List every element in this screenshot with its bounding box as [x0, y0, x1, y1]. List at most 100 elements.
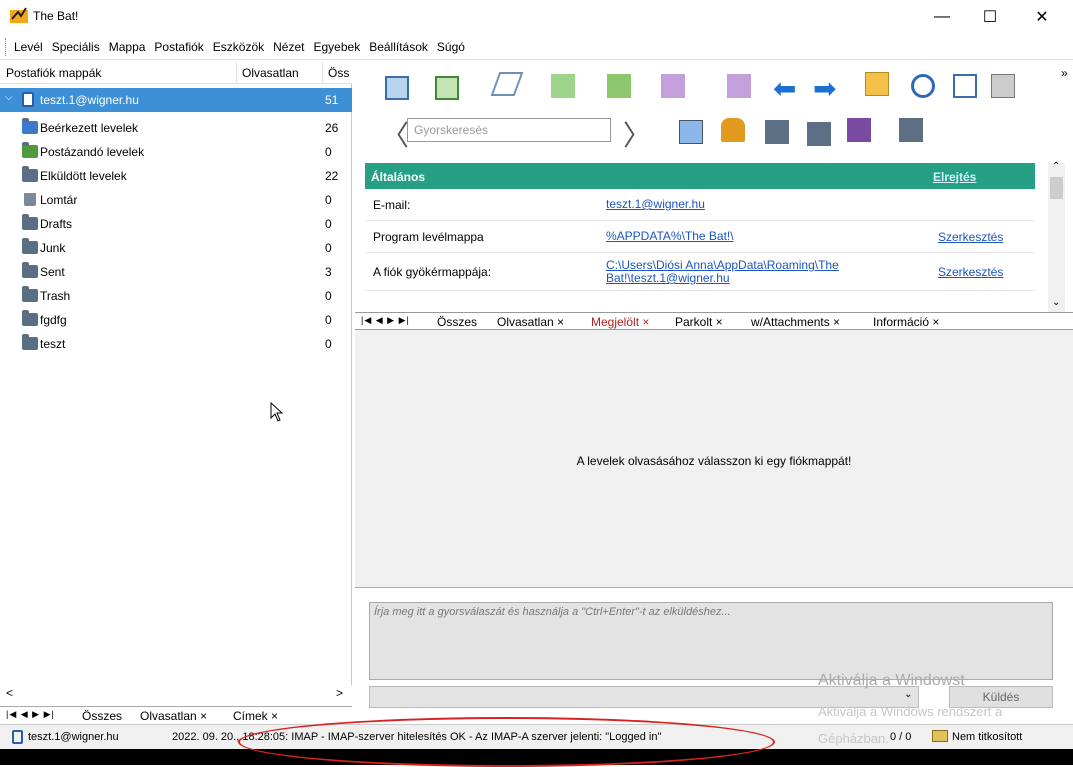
- status-account: teszt.1@wigner.hu: [28, 731, 119, 743]
- encryption-icon: [932, 730, 948, 742]
- tab-nav-arrows-icon[interactable]: |◀ ◀ ▶ ▶|: [6, 709, 55, 720]
- menu-folder[interactable]: Mappa: [109, 40, 146, 54]
- quick-reply-placeholder: Írja meg itt a gyorsválaszát és használj…: [374, 606, 731, 618]
- lock-icon[interactable]: [721, 118, 745, 142]
- previous-arrow-icon[interactable]: ⬅: [773, 72, 796, 105]
- folder-label: Drafts: [40, 217, 73, 231]
- header-folders[interactable]: Postafiók mappák: [6, 66, 101, 80]
- new-folder-icon[interactable]: [765, 120, 789, 144]
- folder-item-trash-imap[interactable]: Trash 0: [0, 284, 352, 308]
- folder-icon: [22, 214, 38, 230]
- info-section-header: Általános Elrejtés: [365, 163, 1035, 189]
- menu-other[interactable]: Egyebek: [314, 40, 361, 54]
- tab-nav-arrows-icon[interactable]: |◀ ◀ ▶ ▶|: [361, 315, 410, 326]
- scroll-right-icon[interactable]: >: [336, 686, 343, 700]
- quick-search-input[interactable]: Gyorskeresés: [407, 118, 611, 142]
- menu-help[interactable]: Súgó: [437, 40, 465, 54]
- horizontal-scrollbar[interactable]: < >: [0, 685, 352, 702]
- address-book-icon[interactable]: [865, 72, 889, 96]
- folder-pane-header: Postafiók mappák Olvasatlan Öss: [0, 62, 352, 84]
- folder-item-sent-imap[interactable]: Sent 3: [0, 260, 352, 284]
- info-vertical-scrollbar[interactable]: ⌃ ⌄: [1048, 161, 1065, 313]
- chevron-down-icon[interactable]: ⌄: [904, 689, 912, 700]
- quick-reply-field[interactable]: Írja meg itt a gyorsválaszát és használj…: [369, 602, 1053, 680]
- tab-flagged[interactable]: Megjelölt ×: [591, 315, 649, 329]
- maximize-button[interactable]: ☐: [967, 0, 1013, 34]
- chevron-down-icon[interactable]: ⌵: [5, 92, 13, 103]
- search-icon[interactable]: [911, 74, 935, 98]
- folder-item-teszt[interactable]: teszt 0: [0, 332, 352, 356]
- folder-item-trash[interactable]: Lomtár 0: [0, 188, 352, 212]
- header-total[interactable]: Öss: [328, 66, 349, 80]
- program-folder-link[interactable]: %APPDATA%\The Bat!\: [606, 230, 734, 243]
- menu-level[interactable]: Levél: [14, 40, 43, 54]
- scroll-thumb[interactable]: [1050, 177, 1063, 199]
- tab-parked[interactable]: Parkolt ×: [675, 315, 723, 329]
- tab-addresses[interactable]: Címek ×: [233, 709, 278, 723]
- folder-item-outbox[interactable]: Postázandó levelek 0: [0, 140, 352, 164]
- scroll-left-icon[interactable]: <: [6, 686, 13, 700]
- tab-unread[interactable]: Olvasatlan ×: [140, 709, 207, 723]
- toolbar-overflow-icon[interactable]: »: [1061, 66, 1068, 80]
- title-bar: The Bat! — ☐ ✕: [0, 0, 1073, 34]
- search-forward-icon[interactable]: 〉: [623, 114, 651, 154]
- folder-icon: [22, 262, 38, 278]
- email-link[interactable]: teszt.1@wigner.hu: [606, 198, 705, 211]
- folder-count: 22: [325, 169, 339, 183]
- schedule-icon[interactable]: [679, 120, 703, 144]
- hide-link[interactable]: Elrejtés: [933, 170, 976, 184]
- filters-icon[interactable]: [899, 118, 923, 142]
- tab-all[interactable]: Összes: [437, 315, 477, 329]
- account-count: 51: [325, 93, 339, 107]
- reply-icon[interactable]: [551, 74, 575, 98]
- folder-item-junk[interactable]: Junk 0: [0, 236, 352, 260]
- new-message-icon[interactable]: [490, 72, 524, 96]
- info-row-program-folder: Program levélmappa %APPDATA%\The Bat!\ S…: [365, 221, 1035, 253]
- info-label: Program levélmappa: [373, 230, 484, 244]
- menu-tools[interactable]: Eszközök: [213, 40, 264, 54]
- tab-unread[interactable]: Olvasatlan ×: [497, 315, 564, 329]
- tab-information[interactable]: Információ ×: [873, 315, 939, 329]
- search-back-icon[interactable]: 〈: [381, 114, 409, 154]
- window-title: The Bat!: [33, 9, 79, 23]
- folder-item-fgdfg[interactable]: fgdfg 0: [0, 308, 352, 332]
- next-arrow-icon[interactable]: ➡: [813, 72, 836, 105]
- folder-label: Lomtár: [40, 193, 78, 207]
- close-button[interactable]: ✕: [1019, 0, 1065, 34]
- folder-label: Elküldött levelek: [40, 169, 127, 183]
- reply-all-icon[interactable]: [607, 74, 631, 98]
- tab-all[interactable]: Összes: [82, 709, 122, 723]
- edit-link[interactable]: Szerkesztés: [938, 230, 1003, 244]
- scroll-down-icon[interactable]: ⌄: [1052, 297, 1060, 308]
- sorting-office-icon[interactable]: [847, 118, 871, 142]
- send-mail-icon[interactable]: [435, 76, 459, 100]
- folder-label: Postázandó levelek: [40, 145, 145, 159]
- forward-icon[interactable]: [661, 74, 685, 98]
- trash-icon: [24, 193, 36, 206]
- menu-special[interactable]: Speciális: [52, 40, 100, 54]
- folder-item-inbox[interactable]: Beérkezett levelek 26: [0, 116, 352, 140]
- folder-properties-icon[interactable]: [807, 122, 831, 146]
- activation-watermark-text-2: Gépházban.: [818, 731, 889, 746]
- edit-link[interactable]: Szerkesztés: [938, 265, 1003, 279]
- save-icon[interactable]: [953, 74, 977, 98]
- minimize-button[interactable]: —: [919, 0, 965, 34]
- account-row[interactable]: ⌵ teszt.1@wigner.hu 51: [0, 88, 352, 112]
- menu-settings[interactable]: Beállítások: [369, 40, 428, 54]
- print-icon[interactable]: [991, 74, 1015, 98]
- tab-attachments[interactable]: w/Attachments ×: [751, 315, 840, 329]
- menu-view[interactable]: Nézet: [273, 40, 304, 54]
- menu-grip: [5, 38, 7, 56]
- scroll-up-icon[interactable]: ⌃: [1052, 161, 1060, 172]
- header-unread[interactable]: Olvasatlan: [242, 66, 299, 80]
- account-icon: [12, 730, 23, 744]
- main-pane: ⬅ ➡ » 〈 〉 Gyorskeresés Általános Elrejté…: [355, 62, 1073, 722]
- folder-item-sent[interactable]: Elküldött levelek 22: [0, 164, 352, 188]
- info-label: E-mail:: [373, 198, 411, 212]
- redirect-icon[interactable]: [727, 74, 751, 98]
- root-folder-link[interactable]: C:\Users\Diósi Anna\AppData\Roaming\The …: [606, 259, 876, 285]
- menu-bar: Levél Speciális Mappa Postafiók Eszközök…: [0, 34, 1073, 60]
- menu-account[interactable]: Postafiók: [154, 40, 203, 54]
- folder-item-drafts[interactable]: Drafts 0: [0, 212, 352, 236]
- get-mail-icon[interactable]: [385, 76, 409, 100]
